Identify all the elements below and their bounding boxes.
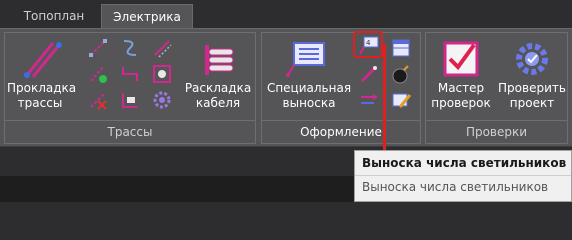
check-master-icon	[443, 41, 479, 77]
ribbon-tab-bar: Топоплан Электрика	[0, 0, 572, 28]
check-master-button[interactable]: Мастер проверок	[428, 37, 494, 111]
route-add-icon[interactable]	[87, 63, 109, 85]
tab-electrical[interactable]: Электрика	[101, 4, 193, 28]
tooltip-divider	[355, 175, 571, 176]
special-callout-button[interactable]: Специальная выноска	[264, 37, 354, 111]
route-laying-label: Прокладка трассы	[7, 81, 77, 110]
tooltip-description: Выноска числа светильников	[362, 180, 549, 194]
cable-layout-label: Раскладка кабеля	[184, 81, 252, 110]
route-grid-icon[interactable]	[151, 37, 173, 59]
route-segment-icon[interactable]	[87, 37, 109, 59]
route-node-icon[interactable]	[151, 63, 173, 85]
route-laying-button[interactable]: Прокладка трассы	[7, 37, 77, 111]
group-checks: Мастер проверок Проверить проект Проверк…	[425, 32, 568, 144]
check-project-button[interactable]: Проверить проект	[498, 37, 566, 111]
check-master-label: Мастер проверок	[431, 81, 491, 110]
route-laying-icon	[24, 42, 62, 78]
edit-callout-icon[interactable]	[390, 89, 412, 111]
group-design-title: Оформление	[262, 120, 420, 143]
callout-pen-icon[interactable]	[358, 63, 380, 85]
group-routes: Прокладка трассы Раскладка кабеля Трассы	[4, 32, 256, 144]
tab-topoplan[interactable]: Топоплан	[14, 4, 94, 28]
special-callout-label: Специальная выноска	[266, 81, 352, 110]
callout-arrow-icon[interactable]	[358, 89, 380, 111]
cable-layout-button[interactable]: Раскладка кабеля	[183, 37, 253, 111]
route-settings-icon[interactable]	[151, 89, 173, 111]
cable-layout-icon	[205, 45, 234, 75]
gear-icon	[516, 43, 548, 75]
highlight-pointer-line	[383, 44, 386, 152]
tooltip: Выноска числа светильников Выноска числа…	[354, 150, 572, 202]
highlight-box	[353, 31, 383, 58]
table-callout-icon[interactable]	[390, 37, 412, 59]
route-delete-icon[interactable]	[87, 89, 109, 111]
marker-bomb-icon[interactable]	[390, 63, 412, 85]
tooltip-title: Выноска числа светильников	[362, 156, 567, 170]
special-callout-icon	[286, 42, 325, 77]
group-routes-title: Трассы	[5, 120, 255, 143]
route-bend-icon[interactable]	[119, 37, 141, 59]
route-orthogonal-icon[interactable]	[119, 63, 141, 85]
group-design: Специальная выноска 4 Оформление	[261, 32, 421, 144]
check-project-label: Проверить проект	[498, 81, 566, 110]
group-checks-title: Проверки	[426, 120, 567, 143]
route-level-icon[interactable]	[119, 89, 141, 111]
